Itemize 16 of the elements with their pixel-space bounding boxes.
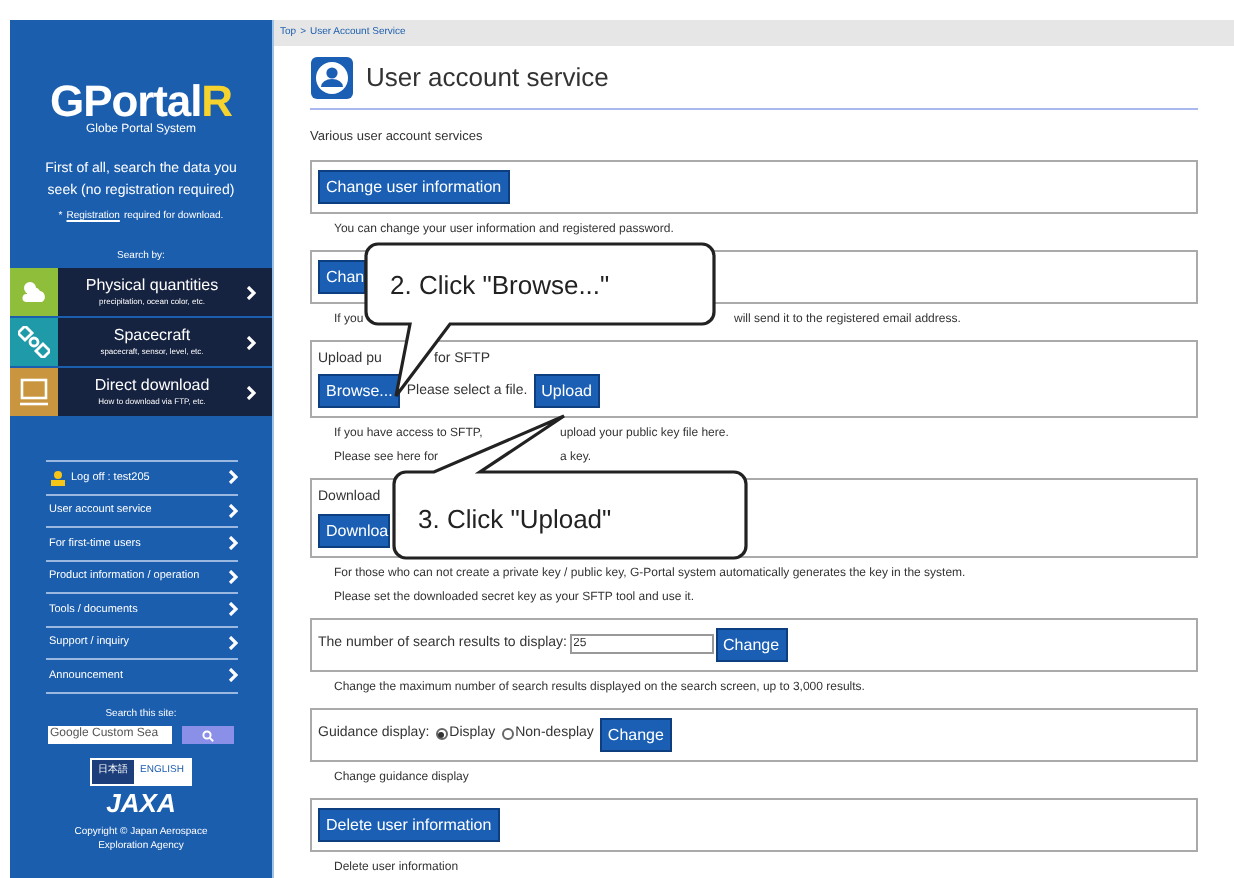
callout-text: 2. Click "Browse..." <box>390 268 610 304</box>
action-button[interactable]: Upload <box>533 374 601 409</box>
action-button[interactable]: Browse... <box>318 374 401 409</box>
action-button[interactable]: Delete user information <box>318 807 500 842</box>
action-button[interactable]: Change <box>599 717 672 752</box>
agency-logo: JAXA <box>106 790 176 818</box>
action-button[interactable]: Downloa <box>318 513 391 548</box>
action-button[interactable]: Chan <box>318 259 367 294</box>
category-title: Physical quantities <box>85 276 219 296</box>
action-button[interactable]: Change <box>715 627 788 662</box>
callout-text: 3. Click "Upload" <box>418 502 612 538</box>
category-title: Direct download <box>94 376 210 396</box>
page-title: User account service <box>366 59 609 96</box>
logo: GPortalR <box>50 80 232 124</box>
category-title: Spacecraft <box>113 326 191 346</box>
action-button[interactable]: Change user information <box>318 169 510 204</box>
